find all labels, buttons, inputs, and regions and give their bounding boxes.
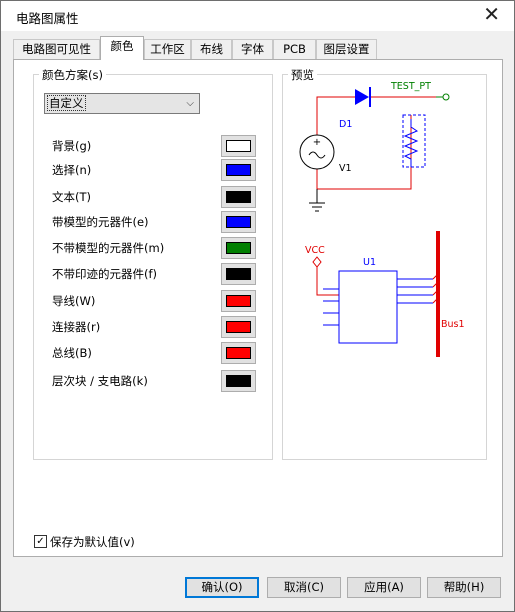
ok-button[interactable]: 确认(O) — [185, 577, 259, 598]
color-row-hierarchical-block: 层次块 / 支电路(k) — [34, 370, 272, 392]
tab-schematic-visibility[interactable]: 电路图可见性 — [13, 39, 100, 59]
swatch-fill — [226, 164, 251, 176]
diode-icon — [355, 87, 371, 107]
preview-group: 预览 D1 TEST_PT + V1 VCC U1 Bus1 — [282, 67, 487, 460]
circuit-properties-dialog: 电路图属性 ✕ 电路图可见性 颜色 工作区 布线 字体 PCB 图层设置 颜色方… — [0, 0, 515, 612]
color-button-text[interactable] — [221, 186, 256, 208]
chevron-down-icon: ⌵ — [186, 98, 194, 109]
color-label-selection: 选择(n) — [52, 163, 92, 177]
color-label-wire: 导线(W) — [52, 294, 96, 308]
swatch-fill — [226, 347, 251, 359]
label-d1: D1 — [339, 119, 352, 130]
color-button-no-footprint-components[interactable] — [221, 263, 256, 285]
resistor-icon — [402, 114, 426, 168]
swatch-fill — [226, 216, 251, 228]
vcc-icon — [312, 256, 322, 268]
color-label-no-footprint-components: 不带印迹的元器件(f) — [52, 267, 158, 281]
tab-wiring[interactable]: 布线 — [191, 39, 232, 59]
color-row-no-footprint-components: 不带印迹的元器件(f) — [34, 263, 272, 285]
color-row-unmodeled-components: 不带模型的元器件(m) — [34, 237, 272, 259]
save-default-label: 保存为默认值(v) — [50, 535, 135, 549]
color-button-bus[interactable] — [221, 342, 256, 364]
color-row-background: 背景(g) — [34, 135, 272, 157]
color-label-background: 背景(g) — [52, 139, 92, 153]
color-row-selection: 选择(n) — [34, 159, 272, 181]
color-label-connector: 连接器(r) — [52, 320, 101, 334]
swatch-fill — [226, 375, 251, 387]
diode-body — [355, 89, 369, 105]
tab-workspace[interactable]: 工作区 — [144, 39, 191, 59]
swatch-fill — [226, 191, 251, 203]
label-u1: U1 — [363, 257, 376, 268]
voltage-source-icon: + — [299, 134, 335, 170]
color-label-hierarchical-block: 层次块 / 支电路(k) — [52, 374, 148, 388]
u1-right-pins — [397, 278, 433, 304]
vcc-wire — [316, 267, 339, 296]
color-scheme-label: 颜色方案(s) — [39, 67, 106, 83]
preview-wires — [316, 96, 443, 203]
help-button[interactable]: 帮助(H) — [427, 577, 501, 598]
color-button-connector[interactable] — [221, 316, 256, 338]
tab-pcb[interactable]: PCB — [273, 39, 316, 59]
color-button-modeled-components[interactable] — [221, 211, 256, 233]
apply-button[interactable]: 应用(A) — [347, 577, 421, 598]
label-v1: V1 — [339, 163, 352, 174]
color-scheme-value: 自定义 — [47, 95, 86, 111]
u1-left-pins — [323, 288, 339, 326]
resistor-outline — [402, 114, 426, 168]
color-row-text: 文本(T) — [34, 186, 272, 208]
close-icon[interactable]: ✕ — [483, 4, 500, 24]
tab-layer-settings[interactable]: 图层设置 — [316, 39, 377, 59]
swatch-fill — [226, 242, 251, 254]
swatch-fill — [226, 321, 251, 333]
tab-font[interactable]: 字体 — [232, 39, 273, 59]
swatch-fill — [226, 140, 251, 152]
window-title: 电路图属性 — [16, 11, 79, 26]
color-label-unmodeled-components: 不带模型的元器件(m) — [52, 241, 165, 255]
source-plus: + — [313, 137, 321, 148]
title-bar: 电路图属性 ✕ — [1, 1, 514, 31]
color-button-unmodeled-components[interactable] — [221, 237, 256, 259]
color-row-modeled-components: 带模型的元器件(e) — [34, 211, 272, 233]
color-row-connector: 连接器(r) — [34, 316, 272, 338]
ground-icon — [309, 202, 325, 212]
label-bus1: Bus1 — [441, 319, 465, 330]
color-scheme-group: 颜色方案(s) 自定义 ⌵ 背景(g) 选择(n) 文本(T) 带模型的元器件(… — [33, 67, 273, 460]
color-label-modeled-components: 带模型的元器件(e) — [52, 215, 149, 229]
tab-strip: 电路图可见性 颜色 工作区 布线 字体 PCB 图层设置 — [13, 36, 503, 60]
color-button-hierarchical-block[interactable] — [221, 370, 256, 392]
label-test-pt: TEST_PT — [390, 81, 431, 92]
test-point-icon — [442, 93, 450, 101]
color-button-background[interactable] — [221, 135, 256, 157]
resistor-zigzag — [403, 119, 419, 167]
color-row-bus: 总线(B) — [34, 342, 272, 364]
color-button-wire[interactable] — [221, 290, 256, 312]
tab-panel-colors: 颜色方案(s) 自定义 ⌵ 背景(g) 选择(n) 文本(T) 带模型的元器件(… — [13, 59, 503, 557]
color-label-text: 文本(T) — [52, 190, 91, 204]
save-default-checkbox[interactable]: ✓ — [34, 535, 47, 548]
preview-schematic: D1 TEST_PT + V1 VCC U1 Bus1 — [299, 81, 465, 357]
swatch-fill — [226, 268, 251, 280]
color-row-wire: 导线(W) — [34, 290, 272, 312]
u1-box — [338, 270, 398, 344]
swatch-fill — [226, 295, 251, 307]
tab-colors[interactable]: 颜色 — [100, 36, 144, 60]
cancel-button[interactable]: 取消(C) — [267, 577, 341, 598]
label-vcc: VCC — [305, 245, 325, 256]
color-label-bus: 总线(B) — [52, 346, 92, 360]
color-button-selection[interactable] — [221, 159, 256, 181]
color-scheme-select[interactable]: 自定义 ⌵ — [44, 93, 200, 114]
